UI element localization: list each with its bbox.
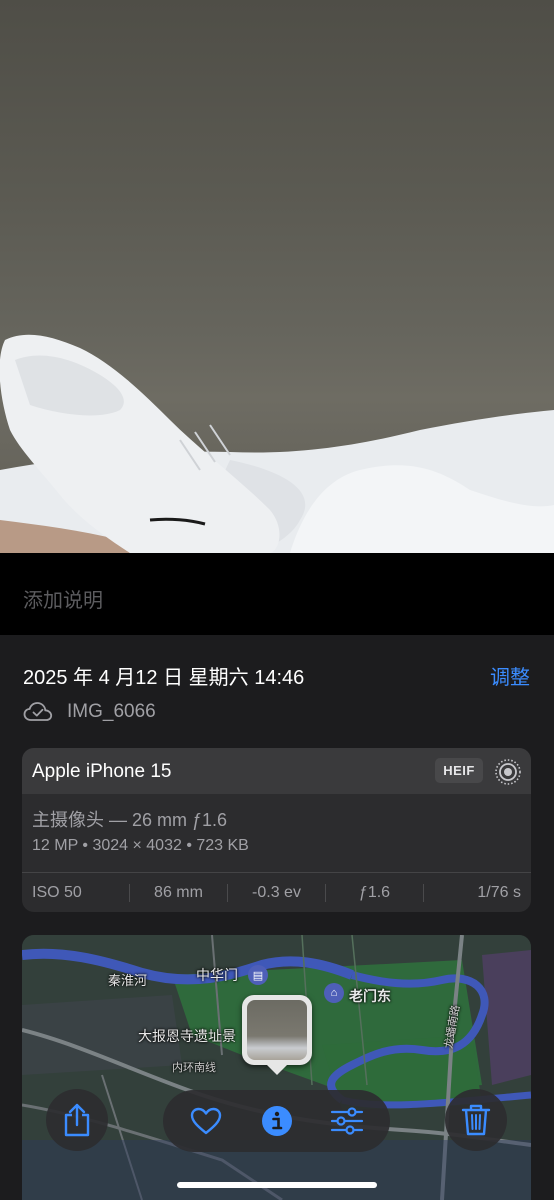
map-label-laomendong: 老门东 <box>349 988 391 1004</box>
photo-image <box>0 334 554 553</box>
camera-model: Apple iPhone 15 <box>32 761 172 782</box>
landmark-icon: ⌂ <box>324 983 344 1003</box>
favorite-button[interactable] <box>175 1090 237 1152</box>
exif-exposure-bias: -0.3 ev <box>252 884 301 901</box>
delete-button[interactable] <box>445 1089 507 1151</box>
exif-row: ISO 50 86 mm -0.3 ev ƒ1.6 1/76 s <box>22 874 531 912</box>
image-specs: 12 MP • 3024 × 4032 • 723 KB <box>32 837 249 854</box>
exif-iso: ISO 50 <box>32 884 82 901</box>
adjust-date-button[interactable]: 调整 <box>490 661 530 690</box>
map-label-river: 秦淮河 <box>108 973 148 988</box>
divider <box>22 872 531 873</box>
file-name: IMG_6066 <box>67 701 156 722</box>
pin-thumbnail <box>247 1000 307 1060</box>
map-label-ring-road: 内环南线 <box>172 1062 216 1074</box>
landmark-icon: ▤ <box>248 965 268 985</box>
action-pill <box>163 1090 390 1152</box>
format-badge: HEIF <box>435 758 483 783</box>
info-button[interactable] <box>246 1090 308 1152</box>
share-button[interactable] <box>46 1089 108 1151</box>
share-icon <box>64 1103 90 1137</box>
map-label-temple-site: 大报恩寺遗址景 <box>138 1028 236 1044</box>
lens-info: 主摄像头 — 26 mm ƒ1.6 <box>32 810 228 830</box>
camera-header: Apple iPhone 15 HEIF <box>22 748 531 794</box>
home-indicator[interactable] <box>177 1182 377 1188</box>
map-label-zhonghuamen: 中华门 <box>196 967 238 983</box>
exif-shutter: 1/76 s <box>477 884 521 901</box>
heart-icon <box>190 1107 222 1135</box>
sliders-icon <box>330 1107 364 1135</box>
photo-view[interactable] <box>0 0 554 553</box>
caption-input[interactable]: 添加说明 <box>23 584 103 613</box>
exif-aperture: ƒ1.6 <box>358 884 391 901</box>
trash-icon <box>461 1104 491 1136</box>
icloud-check-icon <box>23 702 53 721</box>
info-icon <box>262 1106 292 1136</box>
exif-focal-length: 86 mm <box>154 884 203 901</box>
location-map[interactable]: 秦淮河 中华门 ▤ ⌂ 老门东 大报恩寺遗址景 内环南线 龙蟠南路 <box>22 935 531 1200</box>
photo-location-pin[interactable] <box>242 995 312 1065</box>
date-time: 2025 年 4 月12 日 星期六 14:46 <box>23 667 305 689</box>
live-photo-icon[interactable] <box>494 758 522 786</box>
file-info-row: IMG_6066 <box>23 700 156 724</box>
adjust-button[interactable] <box>316 1090 378 1152</box>
pin-pointer <box>267 1065 287 1075</box>
camera-info-card: Apple iPhone 15 HEIF 主摄像头 — 26 mm ƒ1.6 1… <box>22 748 531 912</box>
